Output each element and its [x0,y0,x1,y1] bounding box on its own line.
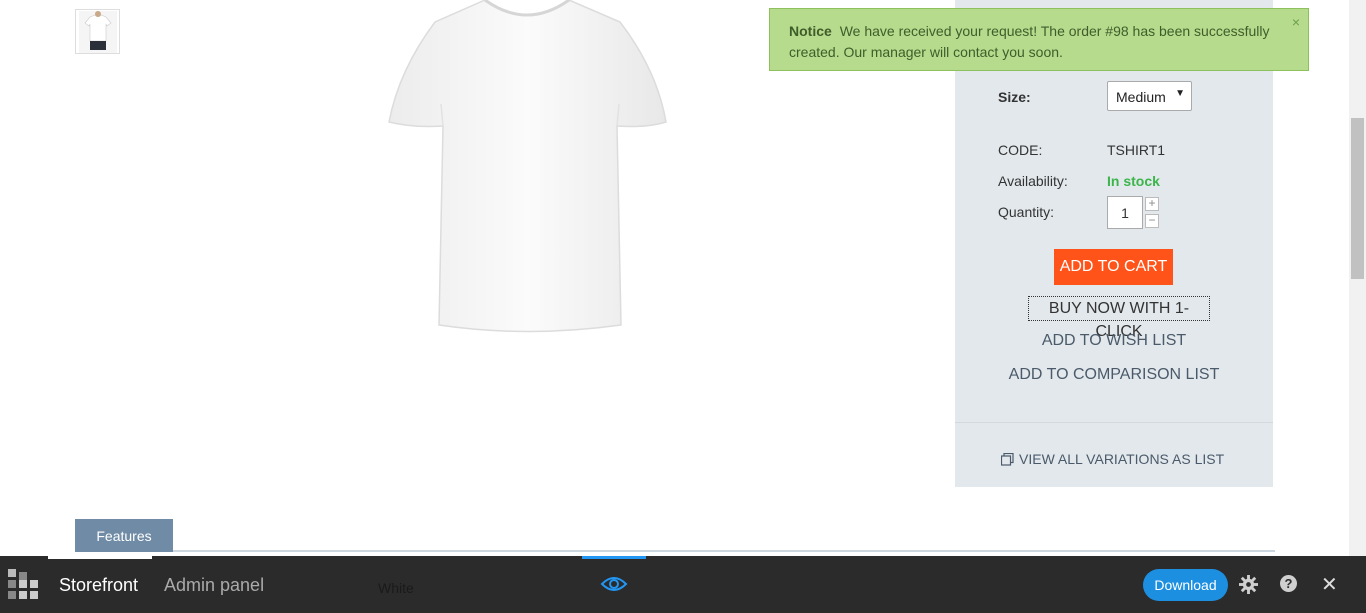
size-select[interactable]: Medium ▼ [1107,81,1192,111]
add-to-wish-list-button[interactable]: ADD TO WISH LIST [955,332,1273,350]
storefront-tab[interactable]: Storefront [59,575,138,596]
product-page: Size: Medium ▼ CODE: TSHIRT1 Availabilit… [0,0,1366,613]
color-value-text: White [378,580,414,596]
bottom-toolbar: Storefront Admin panel White Download ? [0,556,1366,613]
buy-now-button[interactable]: BUY NOW WITH 1-CLICK [1028,296,1210,340]
code-value: TSHIRT1 [1107,142,1166,158]
add-to-cart-button[interactable]: ADD TO CART [1054,249,1173,285]
notice-title: Notice [789,23,832,39]
panel-divider [955,422,1273,423]
quantity-decrease-button[interactable]: − [1145,214,1159,228]
code-label: CODE: [998,142,1043,158]
tshirt-image-icon [388,0,667,333]
quantity-label: Quantity: [998,204,1055,220]
chevron-down-icon: ▼ [1175,88,1185,99]
close-icon[interactable]: ✕ [1321,572,1338,597]
scrollbar-thumb[interactable] [1351,118,1364,279]
tshirt-thumbnail-icon [78,10,117,53]
add-to-comparison-list-button[interactable]: ADD TO COMPARISON LIST [955,366,1273,384]
close-icon[interactable]: × [1292,12,1300,33]
tabs-divider [75,550,1275,552]
size-select-value: Medium [1116,89,1166,105]
eye-icon[interactable] [600,574,628,594]
quantity-increase-button[interactable]: + [1145,197,1159,211]
quantity-input[interactable]: 1 [1107,196,1143,229]
tab-features[interactable]: Features [75,519,173,552]
admin-panel-tab[interactable]: Admin panel [164,575,264,596]
gear-icon[interactable] [1239,575,1258,594]
storefront-active-indicator [48,556,152,559]
help-icon[interactable]: ? [1280,575,1297,592]
size-label: Size: [998,89,1031,105]
download-button[interactable]: Download [1143,569,1228,601]
availability-label: Availability: [998,173,1068,189]
product-options-panel: Size: Medium ▼ CODE: TSHIRT1 Availabilit… [955,0,1273,487]
product-thumbnail[interactable] [75,9,120,54]
list-view-icon [1001,452,1014,466]
view-variations-label: VIEW ALL VARIATIONS AS LIST [1019,451,1225,467]
preview-active-indicator [582,556,646,559]
product-main-image[interactable] [385,0,670,335]
page-scrollbar[interactable] [1349,0,1366,556]
apps-grid-icon[interactable] [8,569,38,599]
view-variations-link[interactable]: VIEW ALL VARIATIONS AS LIST [1001,451,1224,467]
notice-message: We have received your request! The order… [789,23,1270,60]
availability-value: In stock [1107,173,1160,189]
order-notice: Notice We have received your request! Th… [769,8,1309,71]
